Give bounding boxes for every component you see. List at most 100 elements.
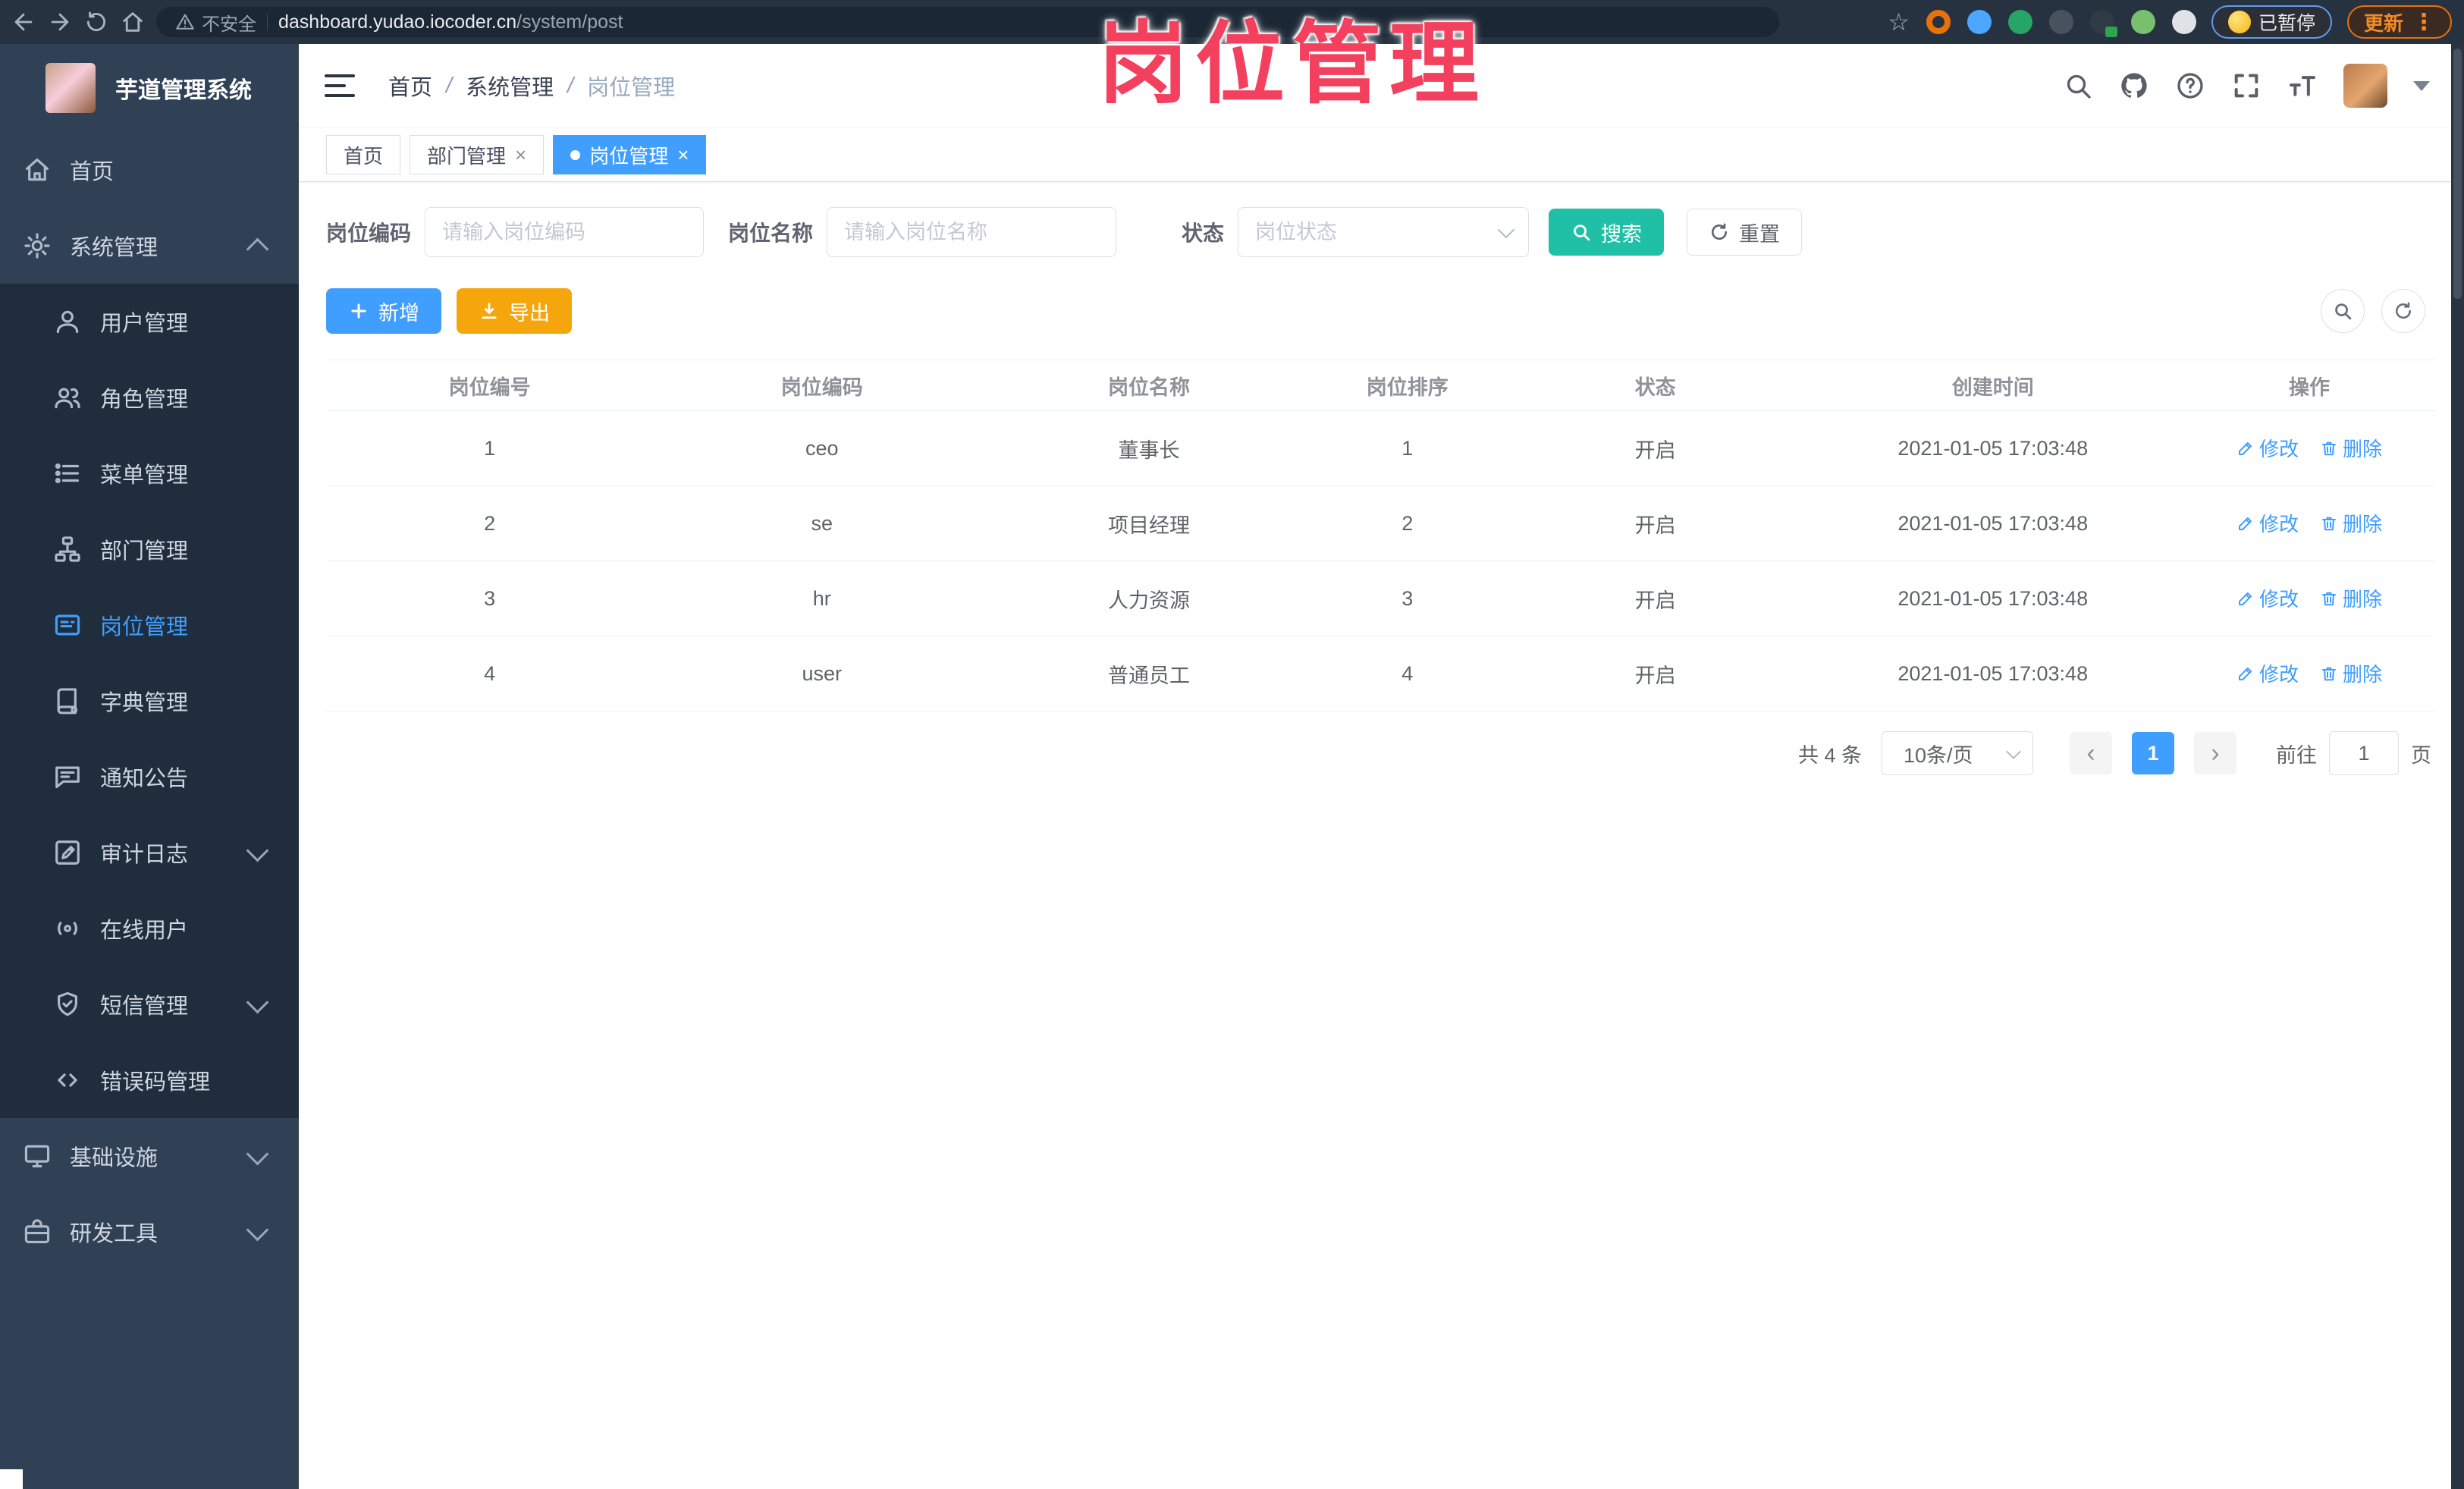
delete-link[interactable]: 删除 [2320, 509, 2382, 537]
github-icon[interactable] [2119, 71, 2149, 101]
sidebar-item-audit-log[interactable]: 审计日志 [0, 815, 299, 891]
page-number-1[interactable]: 1 [2132, 732, 2174, 774]
audit-log-icon [53, 838, 82, 867]
ext-gtm-icon[interactable] [2089, 10, 2117, 37]
avatar-caret-down-icon[interactable] [2413, 80, 2430, 91]
sidebar-item-label: 错误码管理 [100, 1070, 211, 1095]
ext-green-check-icon[interactable] [2007, 10, 2032, 34]
font-size-icon[interactable] [2287, 71, 2318, 101]
infra-monitor-icon [23, 1142, 52, 1170]
browser-reload-icon[interactable] [83, 9, 109, 35]
table-cell: 2021-01-05 17:03:48 [1897, 511, 2089, 535]
page-size-select[interactable]: 10条/页 [1882, 731, 2033, 775]
table-cell: 开启 [1634, 438, 1676, 462]
sidebar-item-dept-management[interactable]: 部门管理 [0, 511, 299, 587]
dept-tree-icon [53, 535, 82, 564]
toggle-search-button[interactable] [2321, 289, 2365, 333]
browser-forward-icon[interactable] [47, 9, 73, 35]
browser-scrollbar[interactable] [2451, 44, 2464, 1489]
delete-link[interactable]: 删除 [2320, 584, 2382, 612]
delete-link[interactable]: 删除 [2320, 434, 2382, 462]
sidebar-item-post-management[interactable]: 岗位管理 [0, 587, 299, 663]
tag-tab-current[interactable]: 岗位管理 × [553, 135, 707, 174]
sidebar-item-system-management[interactable]: 系统管理 [0, 208, 299, 284]
ext-blue-pin-icon[interactable] [1966, 10, 1992, 34]
status-select[interactable] [1238, 207, 1530, 257]
chrome-update-button[interactable]: 更新 ⋮ [2346, 5, 2452, 39]
sidebar-item-dict-management[interactable]: 字典管理 [0, 663, 299, 739]
sidebar: 芋道管理系统 首页 系统管理 用户管理 角色管理 菜单管理 部门管理岗位管理字典管理 通知公… [0, 44, 299, 1489]
browser-back-icon[interactable] [11, 9, 36, 35]
filter-row: 岗位编码 岗位名称 状态 搜索 重置 [326, 205, 2436, 259]
paused-extension-badge[interactable]: 已暂停 [2211, 5, 2332, 39]
sidebar-item-error-code-management[interactable]: 错误码管理 [0, 1042, 299, 1118]
edit-link[interactable]: 修改 [2236, 434, 2299, 462]
breadcrumb-home[interactable]: 首页 [388, 70, 432, 102]
sidebar-item-label: 研发工具 [70, 1222, 159, 1246]
address-bar[interactable]: 不安全 dashboard.yudao.iocoder.cn/system/po… [156, 7, 1779, 37]
table-header-cell: 状态 [1634, 375, 1676, 399]
user-avatar[interactable] [2343, 64, 2387, 108]
status-select-input[interactable] [1238, 207, 1530, 257]
table-header-cell: 岗位编码 [780, 375, 863, 399]
reset-button[interactable]: 重置 [1687, 209, 1803, 256]
table-header-cell: 岗位编号 [448, 375, 531, 399]
ext-orange-ring-icon[interactable] [1926, 10, 1951, 34]
breadcrumb-separator: / [567, 73, 574, 98]
chevron-down-icon [2006, 743, 2021, 759]
sidebar-collapse-icon[interactable] [325, 74, 355, 97]
update-label: 更新 [2363, 11, 2403, 35]
user-icon [53, 307, 82, 336]
edit-link[interactable]: 修改 [2236, 584, 2299, 612]
pagination: 共 4 条 10条/页 ‹ 1 › 前往 页 [326, 731, 2436, 775]
browser-home-icon[interactable] [120, 9, 146, 35]
sidebar-item-notice-management[interactable]: 通知公告 [0, 739, 299, 815]
table-cell: 2021-01-05 17:03:48 [1897, 436, 2089, 460]
breadcrumb-system[interactable]: 系统管理 [466, 70, 554, 102]
breadcrumb: 首页 / 系统管理 / 岗位管理 [388, 70, 675, 102]
sidebar-item-menu-management[interactable]: 菜单管理 [0, 435, 299, 511]
page-unit-label: 页 [2411, 743, 2431, 767]
ext-green-leaf-icon[interactable] [2130, 10, 2155, 34]
magnifier-icon [2332, 300, 2353, 322]
table-cell: 3 [1401, 586, 1414, 610]
table-cell: 开启 [1634, 514, 1676, 537]
sidebar-item-home[interactable]: 首页 [0, 132, 299, 208]
sidebar-item-user-management[interactable]: 用户管理 [0, 284, 299, 360]
post-name-label: 岗位名称 [728, 221, 814, 245]
sidebar-item-infrastructure[interactable]: 基础设施 [0, 1118, 299, 1194]
table-cell: 3 [484, 586, 496, 610]
browser-menu-icon[interactable]: ⋮ [2412, 9, 2435, 36]
edit-link[interactable]: 修改 [2236, 509, 2299, 537]
header-search-icon[interactable] [2063, 71, 2093, 101]
tag-tab-home[interactable]: 首页 [326, 135, 401, 174]
next-page-button[interactable]: › [2194, 732, 2236, 774]
prev-page-button[interactable]: ‹ [2070, 732, 2112, 774]
export-button[interactable]: 导出 [457, 288, 572, 334]
sidebar-item-role-management[interactable]: 角色管理 [0, 360, 299, 435]
delete-link[interactable]: 删除 [2320, 659, 2382, 687]
ext-puzzle-icon[interactable] [2171, 10, 2196, 34]
logo-row[interactable]: 芋道管理系统 [0, 44, 299, 132]
post-code-input[interactable] [425, 207, 705, 257]
add-button[interactable]: 新增 [326, 288, 441, 334]
table-header-cell: 创建时间 [1951, 375, 2034, 399]
ext-sliders-icon[interactable] [2048, 10, 2073, 34]
tag-tab-other-1[interactable]: 部门管理 × [410, 135, 545, 174]
post-name-input[interactable] [827, 207, 1117, 257]
app-logo [46, 63, 96, 113]
goto-page-input[interactable] [2329, 731, 2399, 775]
sidebar-item-dev-tools[interactable]: 研发工具 [0, 1194, 299, 1270]
search-button[interactable]: 搜索 [1549, 209, 1665, 256]
close-tab-icon[interactable]: × [677, 145, 689, 165]
sidebar-item-sms-management[interactable]: 短信管理 [0, 966, 299, 1042]
close-tab-icon[interactable]: × [515, 145, 526, 165]
sidebar-item-online-users[interactable]: 在线用户 [0, 891, 299, 966]
refresh-table-button[interactable] [2381, 289, 2425, 333]
active-tab-dot [570, 149, 581, 160]
edit-link[interactable]: 修改 [2236, 659, 2299, 687]
fullscreen-icon[interactable] [2231, 71, 2262, 101]
sidebar-item-label: 岗位管理 [100, 615, 189, 639]
help-icon[interactable] [2175, 71, 2205, 101]
bookmark-star-icon[interactable]: ☆ [1888, 10, 1910, 34]
